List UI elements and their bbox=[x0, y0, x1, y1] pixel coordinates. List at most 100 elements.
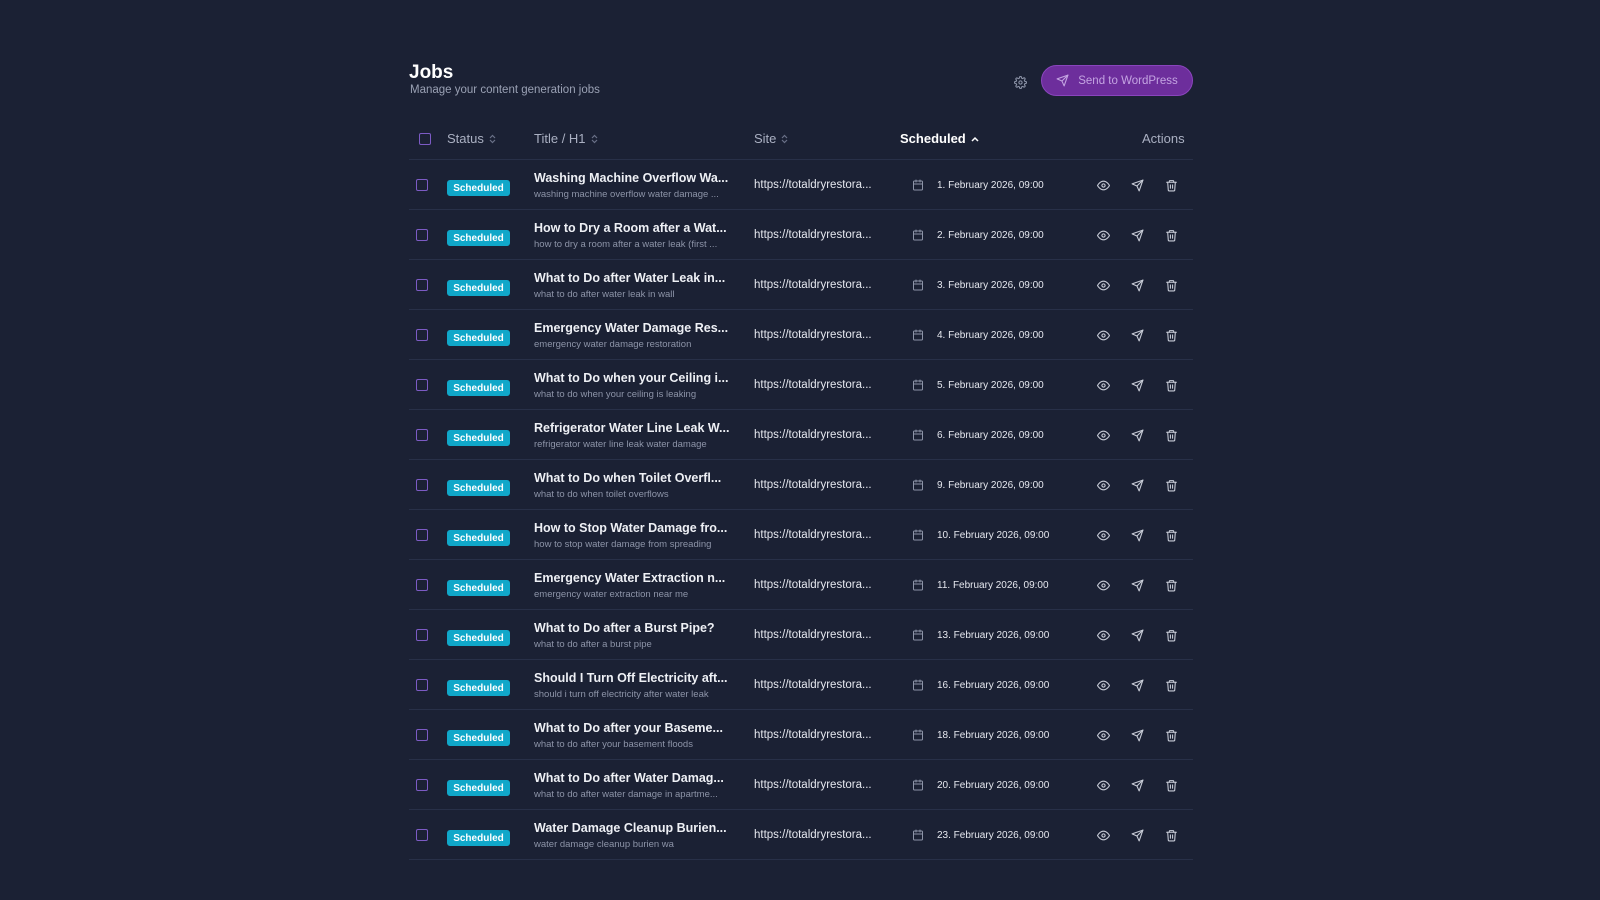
site-url: https://totaldryrestora... bbox=[754, 279, 872, 291]
status-badge: Scheduled bbox=[447, 280, 510, 296]
table-row: Scheduled What to Do after a Burst Pipe?… bbox=[409, 610, 1193, 660]
send-button[interactable] bbox=[1129, 327, 1145, 343]
row-checkbox[interactable] bbox=[416, 729, 428, 741]
trash-icon bbox=[1165, 229, 1177, 241]
table-row: Scheduled Should I Turn Off Electricity … bbox=[409, 660, 1193, 710]
delete-button[interactable] bbox=[1163, 627, 1179, 643]
status-badge: Scheduled bbox=[447, 730, 510, 746]
sort-icon bbox=[591, 134, 597, 143]
delete-button[interactable] bbox=[1163, 477, 1179, 493]
send-button[interactable] bbox=[1129, 577, 1145, 593]
row-checkbox[interactable] bbox=[416, 429, 428, 441]
row-checkbox[interactable] bbox=[416, 179, 428, 191]
delete-button[interactable] bbox=[1163, 527, 1179, 543]
settings-button[interactable] bbox=[1009, 71, 1031, 93]
job-title[interactable]: How to Dry a Room after a Wat... bbox=[534, 221, 729, 235]
job-title[interactable]: What to Do after your Baseme... bbox=[534, 721, 729, 735]
row-checkbox[interactable] bbox=[416, 629, 428, 641]
table-row: Scheduled How to Dry a Room after a Wat.… bbox=[409, 210, 1193, 260]
job-title[interactable]: What to Do after Water Leak in... bbox=[534, 271, 729, 285]
send-button[interactable] bbox=[1129, 827, 1145, 843]
job-keyword: what to do after your basement floods bbox=[534, 739, 693, 750]
send-button[interactable] bbox=[1129, 277, 1145, 293]
job-title[interactable]: What to Do after a Burst Pipe? bbox=[534, 621, 729, 635]
view-button[interactable] bbox=[1095, 227, 1111, 243]
delete-button[interactable] bbox=[1163, 277, 1179, 293]
view-button[interactable] bbox=[1095, 577, 1111, 593]
view-button[interactable] bbox=[1095, 527, 1111, 543]
view-button[interactable] bbox=[1095, 277, 1111, 293]
job-keyword: what to do when your ceiling is leaking bbox=[534, 389, 697, 400]
delete-button[interactable] bbox=[1163, 427, 1179, 443]
delete-button[interactable] bbox=[1163, 327, 1179, 343]
view-button[interactable] bbox=[1095, 427, 1111, 443]
job-title[interactable]: Emergency Water Damage Res... bbox=[534, 321, 729, 335]
trash-icon bbox=[1165, 779, 1177, 791]
row-checkbox[interactable] bbox=[416, 829, 428, 841]
row-checkbox[interactable] bbox=[416, 579, 428, 591]
column-header-status[interactable]: Status bbox=[447, 131, 496, 146]
send-button[interactable] bbox=[1129, 427, 1145, 443]
job-title[interactable]: Emergency Water Extraction n... bbox=[534, 571, 729, 585]
job-keyword: how to stop water damage from spreading bbox=[534, 539, 712, 550]
send-button[interactable] bbox=[1129, 477, 1145, 493]
row-checkbox[interactable] bbox=[416, 529, 428, 541]
delete-button[interactable] bbox=[1163, 377, 1179, 393]
trash-icon bbox=[1165, 629, 1177, 641]
row-checkbox[interactable] bbox=[416, 779, 428, 791]
view-button[interactable] bbox=[1095, 777, 1111, 793]
scheduled-date: 18. February 2026, 09:00 bbox=[937, 730, 1050, 741]
table-body: Scheduled Washing Machine Overflow Wa...… bbox=[409, 160, 1193, 860]
job-title[interactable]: Washing Machine Overflow Wa... bbox=[534, 171, 729, 185]
send-button[interactable] bbox=[1129, 677, 1145, 693]
send-button[interactable] bbox=[1129, 777, 1145, 793]
row-checkbox[interactable] bbox=[416, 279, 428, 291]
view-button[interactable] bbox=[1095, 377, 1111, 393]
send-to-wordpress-button[interactable]: Send to WordPress bbox=[1041, 65, 1193, 96]
row-checkbox[interactable] bbox=[416, 229, 428, 241]
job-title[interactable]: Water Damage Cleanup Burien... bbox=[534, 821, 729, 835]
view-button[interactable] bbox=[1095, 477, 1111, 493]
view-button[interactable] bbox=[1095, 177, 1111, 193]
gear-icon bbox=[1013, 75, 1027, 89]
row-checkbox[interactable] bbox=[416, 479, 428, 491]
job-title[interactable]: What to Do after Water Damag... bbox=[534, 771, 729, 785]
site-url: https://totaldryrestora... bbox=[754, 679, 872, 691]
job-title[interactable]: Should I Turn Off Electricity aft... bbox=[534, 671, 729, 685]
column-header-scheduled[interactable]: Scheduled bbox=[900, 131, 979, 146]
delete-button[interactable] bbox=[1163, 227, 1179, 243]
column-header-title[interactable]: Title / H1 bbox=[534, 131, 598, 146]
send-button[interactable] bbox=[1129, 227, 1145, 243]
view-button[interactable] bbox=[1095, 327, 1111, 343]
delete-button[interactable] bbox=[1163, 727, 1179, 743]
send-button[interactable] bbox=[1129, 627, 1145, 643]
send-button[interactable] bbox=[1129, 527, 1145, 543]
column-header-site[interactable]: Site bbox=[754, 131, 788, 146]
job-title[interactable]: What to Do when Toilet Overfl... bbox=[534, 471, 729, 485]
send-button[interactable] bbox=[1129, 377, 1145, 393]
send-button[interactable] bbox=[1129, 177, 1145, 193]
select-all-checkbox[interactable] bbox=[419, 133, 431, 145]
job-title[interactable]: What to Do when your Ceiling i... bbox=[534, 371, 729, 385]
job-keyword: emergency water damage restoration bbox=[534, 339, 692, 350]
view-button[interactable] bbox=[1095, 727, 1111, 743]
row-checkbox[interactable] bbox=[416, 679, 428, 691]
job-title[interactable]: Refrigerator Water Line Leak W... bbox=[534, 421, 729, 435]
send-icon bbox=[1131, 629, 1143, 641]
sort-icon bbox=[781, 134, 788, 143]
job-title[interactable]: How to Stop Water Damage fro... bbox=[534, 521, 729, 535]
view-button[interactable] bbox=[1095, 677, 1111, 693]
row-checkbox[interactable] bbox=[416, 379, 428, 391]
view-button[interactable] bbox=[1095, 827, 1111, 843]
delete-button[interactable] bbox=[1163, 177, 1179, 193]
view-button[interactable] bbox=[1095, 627, 1111, 643]
row-checkbox[interactable] bbox=[416, 329, 428, 341]
trash-icon bbox=[1165, 529, 1177, 541]
delete-button[interactable] bbox=[1163, 827, 1179, 843]
send-icon bbox=[1131, 229, 1143, 241]
delete-button[interactable] bbox=[1163, 577, 1179, 593]
delete-button[interactable] bbox=[1163, 777, 1179, 793]
send-button[interactable] bbox=[1129, 727, 1145, 743]
send-icon bbox=[1131, 479, 1143, 491]
delete-button[interactable] bbox=[1163, 677, 1179, 693]
